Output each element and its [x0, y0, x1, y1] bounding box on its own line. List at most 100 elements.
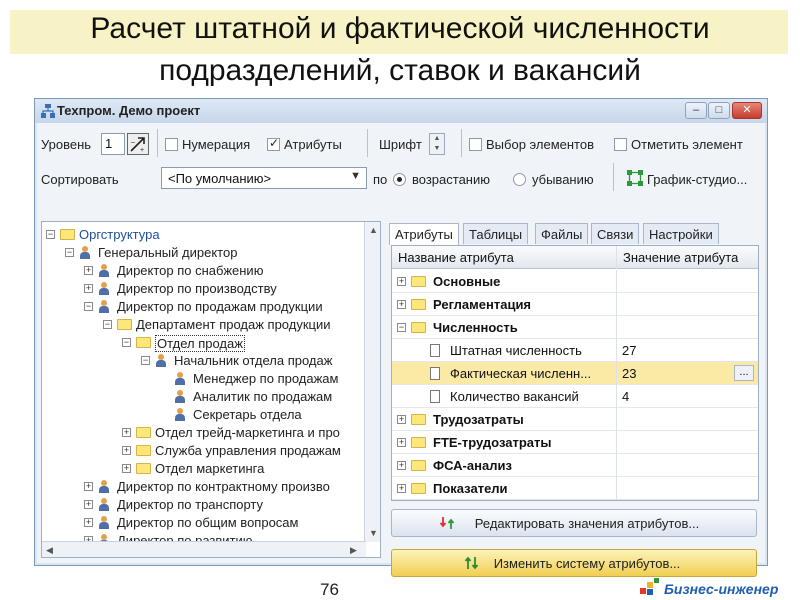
font-size-stepper[interactable]: ▲ ▼: [429, 133, 445, 155]
org-tree[interactable]: − Оргструктура − Генеральный директор + Дирек…: [41, 221, 381, 558]
expand-icon[interactable]: +: [84, 266, 93, 275]
tree-item[interactable]: Аналитик по продажам: [42, 388, 364, 406]
grid-header: Название атрибута Значение атрибута: [392, 246, 758, 269]
attribute-group-row[interactable]: + FTE-трудозатраты: [392, 431, 758, 454]
select-elements-checkbox[interactable]: [469, 138, 482, 151]
attribute-group-row[interactable]: + Трудозатраты: [392, 408, 758, 431]
tree-item[interactable]: Секретарь отдела: [42, 406, 364, 424]
expand-icon[interactable]: +: [84, 500, 93, 509]
attribute-row[interactable]: Фактическая численн... 23...: [392, 362, 758, 385]
tree-item[interactable]: − Отдел продаж: [42, 334, 364, 352]
scroll-down-icon[interactable]: ▼: [369, 528, 378, 538]
mark-element-checkbox[interactable]: [614, 138, 627, 151]
collapse-icon[interactable]: −: [141, 356, 150, 365]
expand-icon[interactable]: +: [397, 438, 406, 447]
column-header-name[interactable]: Название атрибута: [392, 246, 616, 269]
tree-item[interactable]: + Директор по транспорту: [42, 496, 364, 514]
tree-vertical-scrollbar[interactable]: ▲ ▼: [364, 222, 380, 542]
tree-item-label: Оргструктура: [79, 227, 160, 242]
expand-icon[interactable]: +: [122, 446, 131, 455]
tree-item[interactable]: + Директор по контрактному произво: [42, 478, 364, 496]
tab-files[interactable]: Файлы: [535, 223, 589, 244]
attribute-group-row[interactable]: + ФСА-анализ: [392, 454, 758, 477]
expand-icon[interactable]: +: [397, 461, 406, 470]
attribute-group-row[interactable]: + Регламентация: [392, 293, 758, 316]
folder-icon: [117, 319, 132, 330]
tree-item[interactable]: − Директор по продажам продукции: [42, 298, 364, 316]
change-attribute-system-button[interactable]: Изменить систему атрибутов...: [391, 549, 757, 577]
maximize-button[interactable]: □: [708, 102, 730, 119]
attribute-group-row[interactable]: − Численность: [392, 316, 758, 339]
tree-item[interactable]: − Департамент продаж продукции: [42, 316, 364, 334]
attribute-row[interactable]: Штатная численность 27: [392, 339, 758, 362]
expand-icon[interactable]: +: [397, 277, 406, 286]
attribute-value[interactable]: 4: [622, 385, 629, 408]
attribute-name: Фактическая численн...: [450, 366, 592, 381]
tree-item[interactable]: + Отдел трейд-маркетинга и про: [42, 424, 364, 442]
tab-attributes[interactable]: Атрибуты: [389, 223, 459, 245]
folder-icon: [411, 437, 426, 448]
expand-icon[interactable]: +: [122, 464, 131, 473]
ellipsis-button[interactable]: ...: [734, 365, 754, 381]
tree-item[interactable]: − Генеральный директор: [42, 244, 364, 262]
expand-icon[interactable]: +: [84, 284, 93, 293]
tree-item[interactable]: Менеджер по продажам: [42, 370, 364, 388]
collapse-icon[interactable]: −: [103, 320, 112, 329]
descending-radio[interactable]: [513, 173, 526, 186]
attribute-row[interactable]: Количество вакансий 4: [392, 385, 758, 408]
collapse-icon[interactable]: −: [397, 323, 406, 332]
select-elements-label: Выбор элементов: [486, 137, 594, 152]
tree-item[interactable]: − Начальник отдела продаж: [42, 352, 364, 370]
level-input[interactable]: 1: [101, 133, 125, 155]
edit-attribute-values-button[interactable]: Редактировать значения атрибутов...: [391, 509, 757, 537]
tree-item-label: Директор по снабжению: [117, 263, 264, 278]
level-apply-button[interactable]: – +: [127, 133, 149, 155]
tab-tables[interactable]: Таблицы: [463, 223, 529, 244]
window-titlebar[interactable]: Техпром. Демо проект – □ ✕: [35, 99, 767, 123]
tree-item-label: Отдел продаж: [155, 335, 245, 352]
tree-item[interactable]: + Служба управления продажам: [42, 442, 364, 460]
column-divider: [616, 362, 617, 385]
expand-icon[interactable]: +: [122, 428, 131, 437]
attribute-value[interactable]: 23: [622, 362, 636, 385]
scroll-up-icon[interactable]: ▲: [369, 225, 378, 235]
collapse-icon[interactable]: −: [65, 248, 74, 257]
font-label: Шрифт: [379, 137, 422, 152]
attributes-checkbox[interactable]: ✓: [267, 136, 280, 151]
attributes-grid[interactable]: Название атрибута Значение атрибута + Осн…: [391, 245, 759, 501]
graph-studio-button[interactable]: График-студио...: [647, 172, 747, 187]
collapse-icon[interactable]: −: [84, 302, 93, 311]
close-button[interactable]: ✕: [732, 102, 762, 119]
tab-settings[interactable]: Настройки: [643, 223, 719, 244]
scroll-left-icon[interactable]: ◀: [46, 545, 53, 556]
tree-item[interactable]: − Оргструктура: [42, 226, 364, 244]
minimize-button[interactable]: –: [685, 102, 707, 119]
collapse-icon[interactable]: −: [46, 230, 55, 239]
expand-icon[interactable]: +: [397, 300, 406, 309]
column-header-value[interactable]: Значение атрибута: [617, 246, 758, 269]
sort-select[interactable]: <По умолчанию> ▼: [161, 167, 367, 189]
collapse-icon[interactable]: −: [122, 338, 131, 347]
attribute-group-row[interactable]: + Основные: [392, 270, 758, 293]
expand-icon[interactable]: +: [84, 518, 93, 527]
tree-item[interactable]: + Директор по снабжению: [42, 262, 364, 280]
tree-item[interactable]: + Отдел маркетинга: [42, 460, 364, 478]
expand-icon[interactable]: +: [84, 482, 93, 491]
attribute-name: Количество вакансий: [450, 389, 579, 404]
attribute-group-row[interactable]: + Показатели: [392, 477, 758, 500]
expand-icon[interactable]: +: [397, 415, 406, 424]
column-divider: [616, 270, 617, 293]
tree-horizontal-scrollbar[interactable]: ◀ ▶: [42, 541, 366, 557]
tab-links[interactable]: Связи: [591, 223, 640, 244]
ascending-radio[interactable]: [393, 173, 406, 186]
numbering-checkbox[interactable]: [165, 138, 178, 151]
tree-item[interactable]: + Директор по производству: [42, 280, 364, 298]
expand-icon[interactable]: +: [397, 484, 406, 493]
person-icon: [80, 246, 90, 260]
scroll-right-icon[interactable]: ▶: [350, 545, 357, 556]
folder-icon: [136, 427, 151, 438]
ascending-label: возрастанию: [412, 172, 490, 187]
edit-attribute-values-label: Редактировать значения атрибутов...: [474, 516, 700, 531]
attribute-value[interactable]: 27: [622, 339, 636, 362]
tree-item[interactable]: + Директор по общим вопросам: [42, 514, 364, 532]
